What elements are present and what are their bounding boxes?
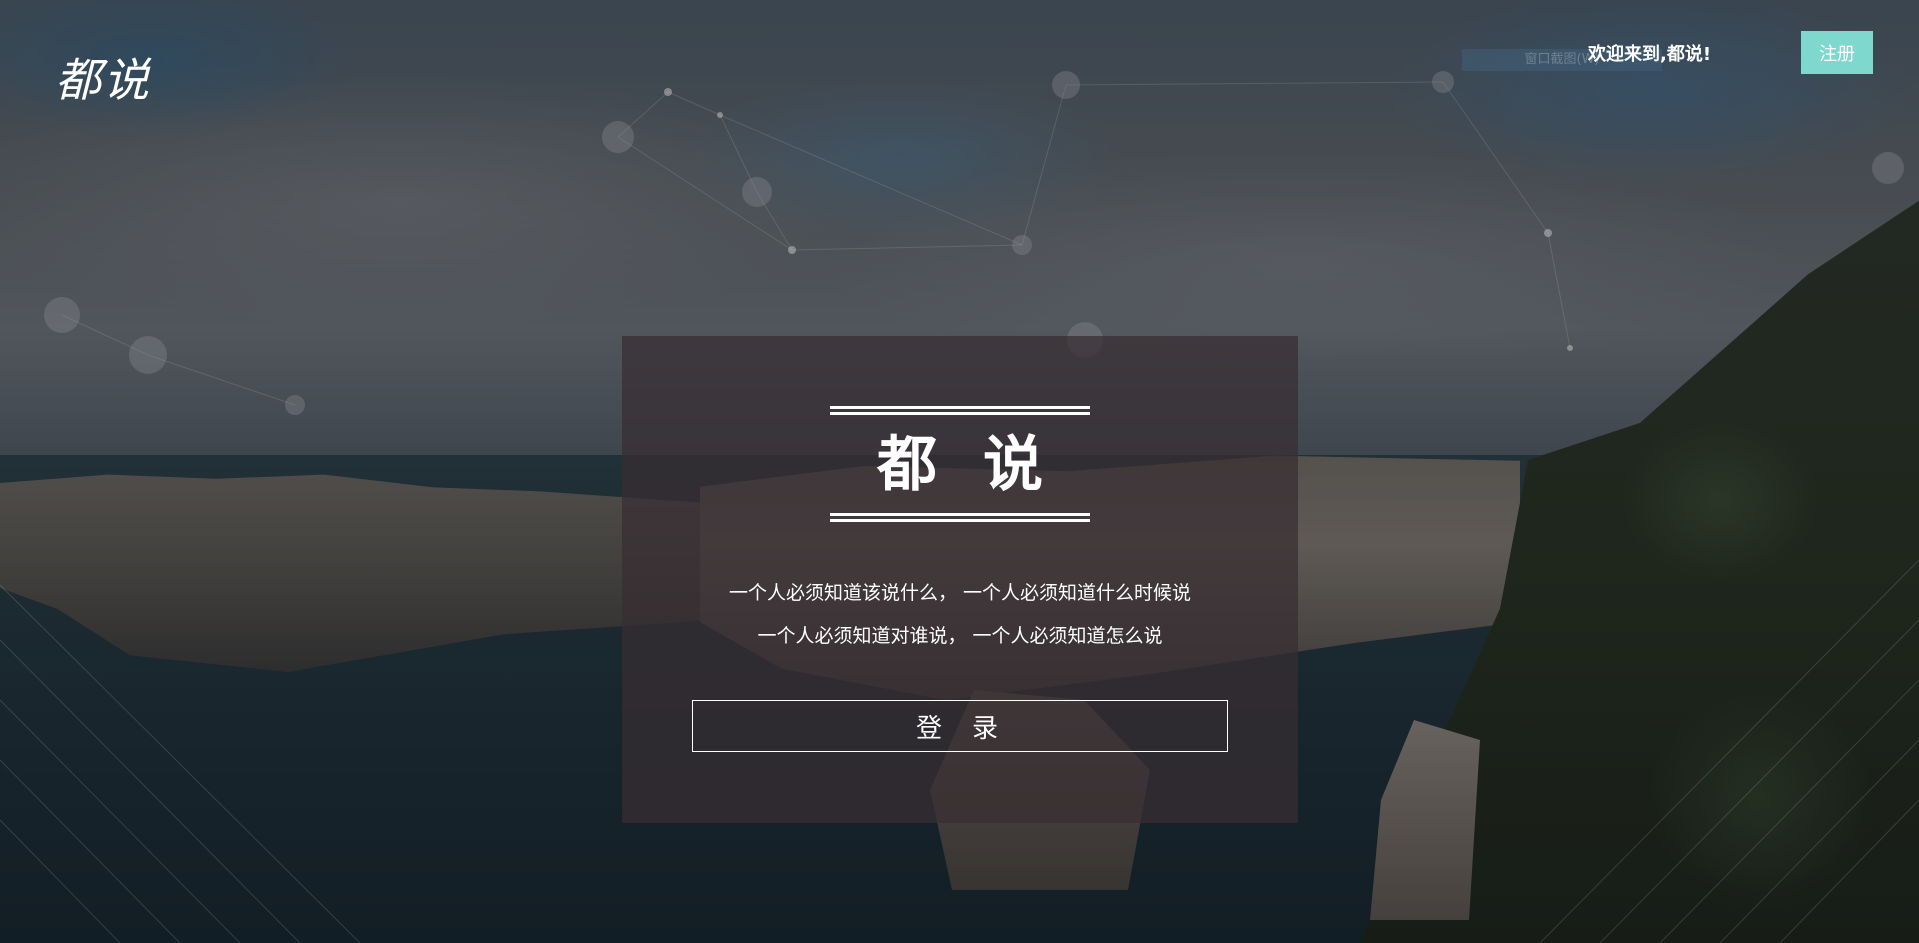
title-rule-top: [830, 406, 1090, 415]
welcome-text: 欢迎来到,都说!: [1588, 44, 1712, 65]
tagline-line-1: 一个人必须知道该说什么， 一个人必须知道什么时候说: [728, 582, 1192, 604]
title-block: 都说: [830, 406, 1090, 522]
tagline-line-2: 一个人必须知道对谁说， 一个人必须知道怎么说: [757, 625, 1163, 647]
login-page: 都说 窗口截图(W) 欢迎来到,都说! 注册 都说 一个人必须知道该说什么， 一…: [0, 0, 1919, 943]
register-button[interactable]: 注册: [1801, 31, 1873, 74]
page-title: 都说: [877, 430, 1089, 500]
site-logo[interactable]: 都说: [55, 44, 151, 110]
hero-panel: 都说 一个人必须知道该说什么， 一个人必须知道什么时候说 一个人必须知道对谁说，…: [622, 336, 1298, 823]
login-button[interactable]: 登录: [692, 700, 1228, 752]
title-rule-bottom: [830, 513, 1090, 522]
